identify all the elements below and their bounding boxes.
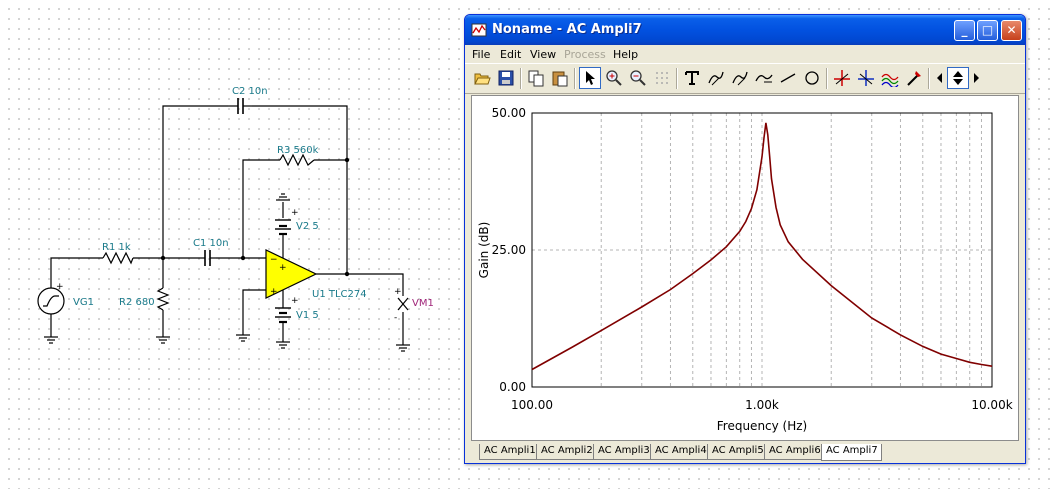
toolbar-separator — [676, 68, 678, 89]
ground-icon — [236, 334, 250, 342]
opamp-supply-plus: + — [279, 263, 287, 273]
annotate-b-icon[interactable] — [729, 67, 751, 89]
opamp-minus-sign: − — [270, 255, 278, 265]
circle-icon[interactable] — [801, 67, 823, 89]
window-title: Noname - AC Ampli7 — [492, 22, 642, 37]
menu-edit[interactable]: Edit — [500, 48, 521, 61]
resistor-r2[interactable] — [156, 287, 170, 311]
tab-ac-ampli7[interactable]: AC Ampli7 — [821, 444, 882, 461]
resistor-r1[interactable] — [102, 251, 134, 265]
pointer-icon[interactable] — [579, 67, 601, 89]
label-r3: R3 560k — [277, 145, 319, 156]
menu-process[interactable]: Process — [564, 48, 606, 61]
wire-node-c2 — [162, 105, 228, 258]
tab-ac-ampli3[interactable]: AC Ampli3 — [593, 444, 654, 460]
text-icon[interactable] — [681, 67, 703, 89]
marker-icon[interactable] — [903, 67, 925, 89]
zoom-out-icon[interactable] — [627, 67, 649, 89]
battery-v2[interactable] — [275, 219, 291, 236]
battery-v1[interactable] — [275, 307, 291, 324]
junction-dot — [344, 271, 350, 277]
menu-bar: File Edit View Process Help — [465, 45, 1025, 63]
junction-dot — [344, 157, 350, 163]
trace-icon[interactable] — [753, 67, 775, 89]
wire-noninv-ground — [242, 289, 266, 335]
menu-help[interactable]: Help — [613, 48, 638, 61]
resistor-r3[interactable] — [279, 153, 315, 167]
open-icon[interactable] — [471, 67, 493, 89]
wire-inv-r3 — [242, 159, 280, 258]
junction-dot — [240, 255, 246, 261]
arrow-right-icon[interactable] — [969, 67, 983, 89]
tab-ac-ampli6[interactable]: AC Ampli6 — [764, 444, 825, 460]
label-r2: R2 680 — [119, 297, 155, 308]
label-vg1: VG1 — [73, 297, 94, 308]
tab-ac-ampli2[interactable]: AC Ampli2 — [536, 444, 597, 460]
title-bar[interactable]: Noname - AC Ampli7 _ □ ✕ — [465, 15, 1025, 45]
y-tick-label: 25.00 — [492, 243, 526, 257]
capacitor-c2[interactable] — [237, 98, 244, 114]
x-tick-label: 10.00k — [971, 398, 1012, 412]
copy-icon[interactable] — [525, 67, 547, 89]
x-axis-title: Frequency (Hz) — [717, 419, 808, 433]
diagram-window[interactable]: Noname - AC Ampli7 _ □ ✕ File Edit View … — [464, 14, 1026, 464]
annotate-a-icon[interactable] — [705, 67, 727, 89]
label-r1: R1 1k — [102, 242, 131, 253]
ground-icon — [276, 193, 290, 201]
toolbar-separator — [574, 68, 576, 89]
toolbar-separator — [520, 68, 522, 89]
curves-icon[interactable] — [879, 67, 901, 89]
wire-output — [316, 273, 404, 290]
minimize-button[interactable]: _ — [954, 20, 975, 41]
ground-icon — [156, 336, 170, 344]
y-tick-label: 0.00 — [499, 380, 526, 394]
plot-area[interactable]: 50.00 25.00 0.00 100.00 1.00k 10.00k Fre… — [471, 95, 1019, 441]
toolbar — [465, 63, 1025, 94]
v2-plus-sign: + — [291, 208, 299, 218]
maximize-button[interactable]: □ — [977, 20, 998, 41]
tab-ac-ampli1[interactable]: AC Ampli1 — [479, 444, 540, 460]
vm1-plus-sign: + — [394, 287, 402, 297]
toolbar-separator — [928, 68, 930, 89]
menu-view[interactable]: View — [530, 48, 556, 61]
zoom-in-icon[interactable] — [603, 67, 625, 89]
circuit-schematic[interactable]: − + + + + + + - C2 10n R3 560k V2 5 R1 1… — [0, 0, 460, 489]
line-icon[interactable] — [777, 67, 799, 89]
y-tick-label: 50.00 — [492, 106, 526, 120]
ground-icon — [44, 336, 58, 344]
junction-dot — [160, 255, 166, 261]
v1-plus-sign: + — [291, 296, 299, 306]
cursor-a-icon[interactable] — [831, 67, 853, 89]
ground-icon — [276, 341, 290, 349]
capacitor-c1[interactable] — [204, 250, 211, 266]
label-v2: V2 5 — [296, 221, 319, 232]
label-c2: C2 10n — [232, 86, 268, 97]
label-vm1: VM1 — [412, 298, 434, 309]
menu-file[interactable]: File — [472, 48, 490, 61]
label-u1: U1 TLC274 — [312, 289, 367, 300]
arrow-left-icon[interactable] — [933, 67, 947, 89]
opamp-plus-sign: + — [270, 287, 278, 297]
wire-c2-out — [252, 105, 348, 274]
grid-icon[interactable] — [651, 67, 673, 89]
tab-ac-ampli4[interactable]: AC Ampli4 — [650, 444, 711, 460]
ground-icon — [396, 344, 410, 352]
app-icon — [471, 23, 487, 37]
y-axis-title: Gain (dB) — [477, 222, 491, 279]
label-c1: C1 10n — [193, 238, 229, 249]
cursor-b-icon[interactable] — [855, 67, 877, 89]
arrow-updown-icon[interactable] — [947, 67, 969, 89]
save-icon[interactable] — [495, 67, 517, 89]
x-tick-label: 1.00k — [745, 398, 779, 412]
x-tick-label: 100.00 — [511, 398, 553, 412]
vg1-plus-sign: + — [56, 282, 64, 292]
label-v1: V1 5 — [296, 310, 319, 321]
frequency-response-chart[interactable]: 50.00 25.00 0.00 100.00 1.00k 10.00k Fre… — [472, 96, 1018, 440]
paste-icon[interactable] — [549, 67, 571, 89]
tab-ac-ampli5[interactable]: AC Ampli5 — [707, 444, 768, 460]
toolbar-separator — [826, 68, 828, 89]
close-button[interactable]: ✕ — [1001, 20, 1022, 41]
vm1-minus-sign: - — [394, 313, 397, 323]
